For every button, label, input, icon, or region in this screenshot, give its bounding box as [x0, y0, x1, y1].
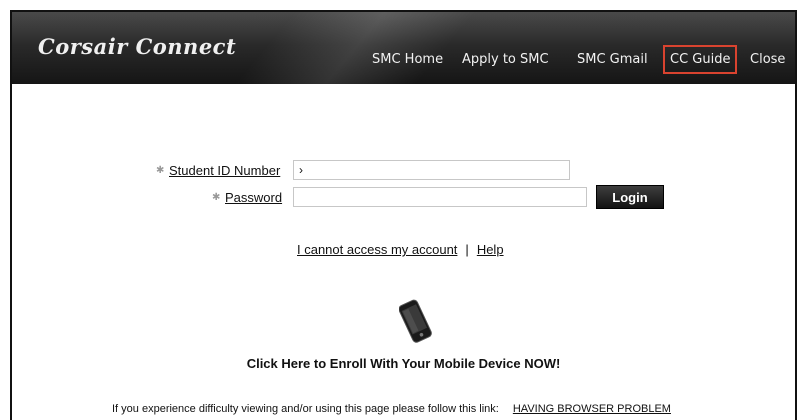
- login-button[interactable]: Login: [596, 185, 664, 209]
- header-bar: Corsair Connect SMC Home Apply to SMC SM…: [12, 12, 795, 84]
- password-label[interactable]: Password: [225, 190, 282, 205]
- browser-problem-link[interactable]: HAVING BROWSER PROBLEM: [513, 403, 671, 415]
- cannot-access-link[interactable]: I cannot access my account: [297, 242, 457, 257]
- browser-problem-footer: If you experience difficulty viewing and…: [112, 403, 671, 415]
- nav-smc-home[interactable]: SMC Home: [372, 52, 443, 67]
- help-link[interactable]: Help: [477, 242, 504, 257]
- enroll-mobile-link[interactable]: Click Here to Enroll With Your Mobile De…: [12, 356, 795, 371]
- student-id-label[interactable]: Student ID Number: [169, 163, 280, 178]
- top-nav: SMC Home Apply to SMC SMC Gmail CC Guide…: [12, 45, 795, 74]
- mobile-phone-icon[interactable]: [398, 297, 433, 354]
- nav-close[interactable]: Close: [750, 52, 785, 67]
- login-content: ✱ Student ID Number ✱ Password Login I c…: [12, 84, 795, 420]
- link-separator: |: [465, 242, 469, 257]
- account-help-links: I cannot access my account | Help: [297, 242, 504, 257]
- nav-apply-to-smc[interactable]: Apply to SMC: [462, 52, 549, 67]
- password-input[interactable]: [293, 187, 587, 207]
- required-marker-icon: ✱: [212, 192, 221, 203]
- required-marker-icon: ✱: [156, 165, 165, 176]
- nav-smc-gmail[interactable]: SMC Gmail: [577, 52, 648, 67]
- footer-text: If you experience difficulty viewing and…: [112, 403, 499, 415]
- student-id-input[interactable]: [293, 160, 570, 180]
- page-frame: Corsair Connect SMC Home Apply to SMC SM…: [10, 10, 797, 420]
- nav-cc-guide[interactable]: CC Guide: [662, 45, 738, 74]
